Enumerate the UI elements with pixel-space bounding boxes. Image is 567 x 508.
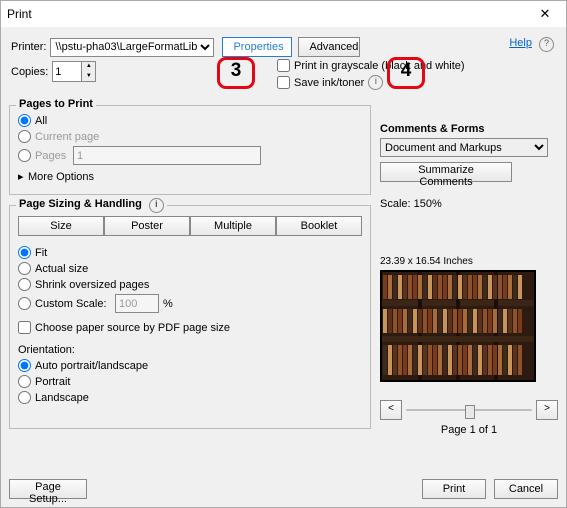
custom-scale-input[interactable] [115,294,159,313]
info-icon[interactable]: i [368,75,383,90]
scale-readout: Scale: 150% [380,198,558,210]
print-button[interactable]: Print [422,479,486,499]
preview-dimensions: 23.39 x 16.54 Inches [380,256,558,267]
printer-select[interactable]: \\pstu-pha03\LargeFormatLibFR [50,38,214,57]
grayscale-checkbox[interactable]: Print in grayscale (black and white) [277,59,465,72]
preview-next-button[interactable]: > [536,400,558,420]
preview-panel: Comments & Forms Document and Markups Su… [380,123,558,463]
advanced-button[interactable]: Advanced [298,37,360,57]
preview-zoom-slider[interactable] [406,403,532,417]
properties-button[interactable]: Properties [222,37,292,57]
comments-forms-select[interactable]: Document and Markups [380,138,548,157]
custom-scale-radio[interactable]: Custom Scale: % [18,294,362,313]
orientation-label: Orientation: [18,344,362,356]
annotation-callout-3: 3 [217,57,255,89]
printer-label: Printer: [11,41,46,53]
more-options-toggle[interactable]: ▸ More Options [18,170,362,183]
print-dialog: Print ✕ Printer: \\pstu-pha03\LargeForma… [0,0,567,508]
pages-range-radio[interactable]: Pages [18,146,362,165]
pages-current-radio[interactable]: Current page [18,130,362,143]
window-title: Print [7,7,32,21]
orientation-portrait-radio[interactable]: Portrait [18,375,362,388]
help-link[interactable]: Help [509,37,532,49]
fit-radio[interactable]: Fit [18,246,362,259]
cancel-button[interactable]: Cancel [494,479,558,499]
close-icon[interactable]: ✕ [530,6,560,22]
choose-paper-checkbox[interactable]: Choose paper source by PDF page size [18,321,362,334]
page-preview [380,270,536,382]
tab-multiple[interactable]: Multiple [190,216,276,236]
copies-input[interactable] [53,62,81,81]
summarize-comments-button[interactable]: Summarize Comments [380,162,512,182]
tab-size[interactable]: Size [18,216,104,236]
save-ink-checkbox[interactable]: Save ink/toner i [277,75,465,90]
copies-down-icon[interactable]: ▼ [82,72,95,82]
tab-poster[interactable]: Poster [104,216,190,236]
shrink-radio[interactable]: Shrink oversized pages [18,278,362,291]
pages-all-radio[interactable]: All [18,114,362,127]
help-icon[interactable]: ? [539,37,554,52]
orientation-auto-radio[interactable]: Auto portrait/landscape [18,359,362,372]
dialog-content: Printer: \\pstu-pha03\LargeFormatLibFR P… [1,27,566,507]
page-indicator: Page 1 of 1 [380,424,558,436]
tab-booklet[interactable]: Booklet [276,216,362,236]
orientation-landscape-radio[interactable]: Landscape [18,391,362,404]
copies-up-icon[interactable]: ▲ [82,62,95,72]
copies-stepper[interactable]: ▲ ▼ [52,61,96,82]
titlebar: Print ✕ [1,1,566,27]
pages-to-print-group: Pages to Print All Current page Pages ▸ … [9,105,371,195]
actual-size-radio[interactable]: Actual size [18,262,362,275]
page-sizing-group: Page Sizing & Handling i Size Poster Mul… [9,205,371,429]
page-setup-button[interactable]: Page Setup... [9,479,87,499]
copies-label: Copies: [11,66,48,78]
page-sizing-legend: Page Sizing & Handling i [16,198,167,213]
preview-prev-button[interactable]: < [380,400,402,420]
info-icon[interactable]: i [149,198,164,213]
comments-forms-legend: Comments & Forms [380,123,558,135]
pages-range-input[interactable] [73,146,261,165]
pages-to-print-legend: Pages to Print [16,98,96,110]
